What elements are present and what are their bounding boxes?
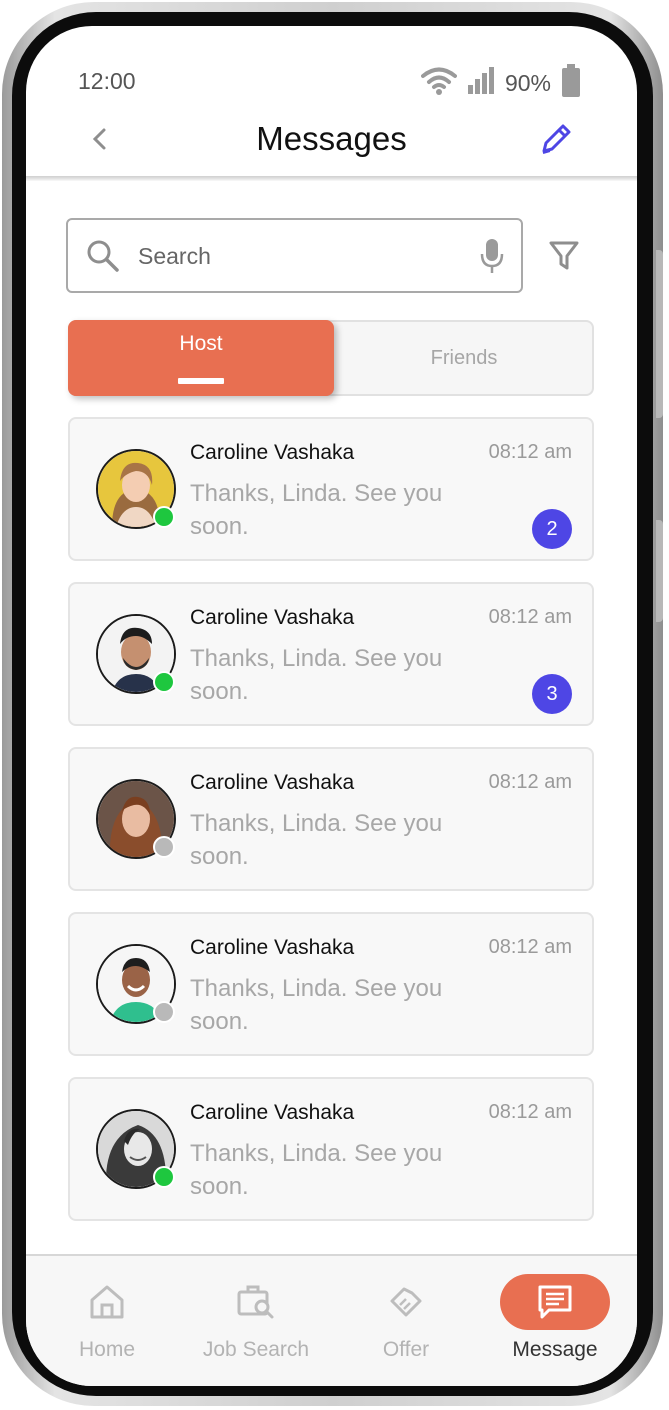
- home-icon: [87, 1282, 127, 1322]
- message-item[interactable]: Caroline Vashaka 08:12 am Thanks, Linda.…: [68, 747, 594, 891]
- nav-message[interactable]: Message: [480, 1256, 630, 1386]
- filter-button[interactable]: [548, 238, 580, 274]
- microphone-icon[interactable]: [479, 238, 505, 279]
- message-preview: Thanks, Linda. See you soon.: [190, 480, 443, 540]
- message-item[interactable]: Caroline Vashaka 08:12 am Thanks, Linda.…: [68, 417, 594, 561]
- avatar: [96, 779, 176, 861]
- message-item[interactable]: Caroline Vashaka 08:12 am Thanks, Linda.…: [68, 1077, 594, 1221]
- signal-icon: [467, 67, 495, 100]
- compose-button[interactable]: [537, 120, 575, 158]
- message-time: 08:12 am: [488, 441, 572, 463]
- avatar: [96, 944, 176, 1026]
- status-indicators: 90%: [420, 64, 581, 103]
- online-status-dot: [153, 1166, 175, 1188]
- unread-badge: 3: [532, 674, 572, 714]
- header: Messages: [26, 110, 637, 178]
- wifi-icon: [420, 67, 457, 100]
- sender-name: Caroline Vashaka: [190, 1101, 355, 1124]
- search-icon: [86, 239, 120, 278]
- nav-offer-label: Offer: [382, 1338, 430, 1361]
- tab-selected-indicator: [178, 378, 224, 384]
- header-divider: [26, 176, 637, 181]
- message-preview: Thanks, Linda. See you soon.: [190, 975, 443, 1035]
- offline-status-dot: [153, 1001, 175, 1023]
- handshake-icon: [386, 1282, 426, 1322]
- message-time: 08:12 am: [488, 936, 572, 958]
- nav-home-label: Home: [78, 1338, 136, 1361]
- message-time: 08:12 am: [488, 771, 572, 793]
- search-box[interactable]: [66, 218, 523, 293]
- filter-icon: [549, 241, 579, 270]
- unread-badge: 2: [532, 509, 572, 549]
- message-preview: Thanks, Linda. See you soon.: [190, 1140, 443, 1200]
- message-item[interactable]: Caroline Vashaka 08:12 am Thanks, Linda.…: [68, 912, 594, 1056]
- online-status-dot: [153, 671, 175, 693]
- status-time: 12:00: [78, 68, 136, 94]
- message-time: 08:12 am: [488, 1101, 572, 1123]
- pencil-icon: [542, 124, 571, 154]
- message-preview: Thanks, Linda. See you soon.: [190, 645, 443, 705]
- power-button: [656, 520, 663, 622]
- online-status-dot: [153, 506, 175, 528]
- message-preview: Thanks, Linda. See you soon.: [190, 810, 443, 870]
- segmented-tabs: Host Friends: [68, 320, 594, 396]
- sender-name: Caroline Vashaka: [190, 441, 355, 464]
- sender-name: Caroline Vashaka: [190, 606, 355, 629]
- search-input[interactable]: [138, 238, 458, 274]
- avatar: [96, 1109, 176, 1191]
- message-icon: [535, 1282, 575, 1322]
- nav-job-search[interactable]: Job Search: [181, 1256, 331, 1386]
- avatar: [96, 614, 176, 696]
- battery-icon: [561, 64, 581, 103]
- offline-status-dot: [153, 836, 175, 858]
- nav-offer[interactable]: Offer: [331, 1256, 481, 1386]
- tab-friends[interactable]: Friends: [336, 322, 592, 394]
- sender-name: Caroline Vashaka: [190, 936, 355, 959]
- tab-host-label: Host: [179, 332, 223, 355]
- nav-home[interactable]: Home: [32, 1256, 182, 1386]
- app-screen: 12:00 90% Messages Search Host Friends C…: [26, 26, 637, 1386]
- job-search-icon: [236, 1282, 276, 1322]
- battery-percent: 90%: [504, 70, 551, 96]
- message-item[interactable]: Caroline Vashaka 08:12 am Thanks, Linda.…: [68, 582, 594, 726]
- tab-host[interactable]: Host: [68, 320, 334, 396]
- nav-job-search-label: Job Search: [202, 1338, 310, 1361]
- bottom-nav: Home Job Search Offer Message: [26, 1256, 637, 1386]
- sender-name: Caroline Vashaka: [190, 771, 355, 794]
- avatar: [96, 449, 176, 531]
- volume-button: [656, 250, 663, 418]
- message-time: 08:12 am: [488, 606, 572, 628]
- nav-message-label: Message: [512, 1338, 598, 1361]
